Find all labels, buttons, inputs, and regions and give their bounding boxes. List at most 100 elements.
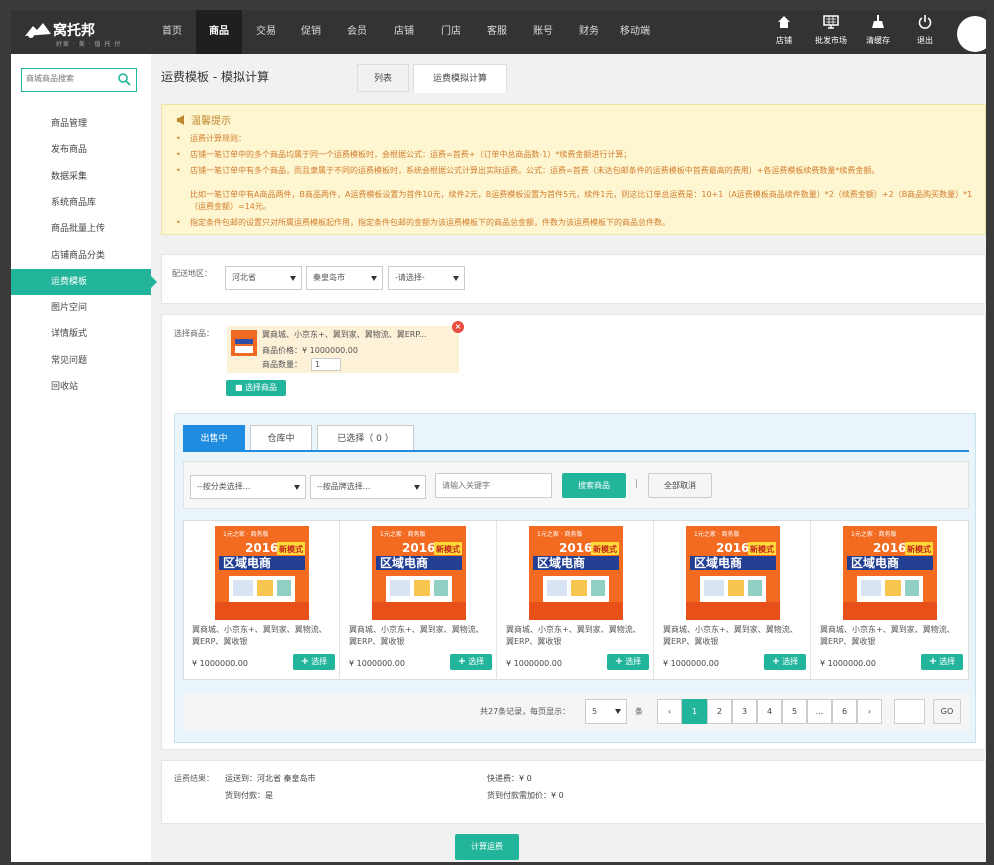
select-product-button[interactable]: + 选择 [450, 654, 492, 670]
sidebar-search [21, 68, 137, 92]
page-size-select[interactable]: 5 [585, 699, 627, 724]
page-button[interactable]: 6 [832, 699, 857, 724]
banner-top: 1元之家 · 商务版 [380, 530, 426, 538]
nav-item[interactable]: 店铺 [381, 10, 427, 54]
sidebar-search-input[interactable] [26, 74, 114, 83]
sidebar-item[interactable]: 常见问题 [11, 348, 151, 374]
tab-in-warehouse[interactable]: 仓库中 [250, 425, 312, 451]
quantity-input[interactable]: 1 [311, 358, 341, 371]
wholesale-shortcut[interactable]: 批发市场 [811, 15, 851, 46]
logout-shortcut[interactable]: 退出 [905, 15, 945, 46]
city-select[interactable]: 秦皇岛市 [306, 266, 383, 290]
nav-item[interactable]: 交易 [243, 10, 289, 54]
sidebar-item[interactable]: 运费模板 [11, 268, 157, 295]
province-select[interactable]: 河北省 [225, 266, 302, 290]
nav-item[interactable]: 会员 [334, 10, 380, 54]
app-window: 窝托邦 好家 · 美 · 值 托 付 首页 商品 交易 促销 会员 店铺 门店 客服 账号 财务移… [11, 10, 986, 862]
records-summary: 共27条记录，每页显示： [480, 707, 571, 716]
product-image: 1元之家 · 商务版 2016 新模式区域电商 [529, 526, 623, 620]
qty-label: 商品数量： [262, 360, 302, 369]
banner-title: 区域电商 [851, 555, 899, 570]
product-price: ¥ 1000000.00 [663, 659, 719, 668]
brand-select[interactable]: --按品牌选择... [310, 475, 426, 499]
keyword-input[interactable] [435, 473, 552, 498]
nav-item[interactable]: 财务 [566, 10, 612, 54]
page-button[interactable]: 4 [757, 699, 782, 724]
select-label: 选择 [939, 657, 956, 666]
tab-list[interactable]: 列表 [357, 64, 409, 92]
nav-item[interactable]: 账号 [520, 10, 566, 54]
calculate-shipping-button[interactable]: 计算运费 [455, 834, 519, 860]
avatar[interactable] [957, 16, 986, 52]
clear-cache-shortcut[interactable]: 清缓存 [858, 15, 898, 46]
district-value: -请选择- [395, 273, 425, 282]
page-button[interactable]: 5 [782, 699, 807, 724]
tab-selected[interactable]: 已选择（ 0 ） [317, 425, 414, 451]
nav-item[interactable]: 移动端 [612, 10, 658, 54]
sidebar-item[interactable]: 系统商品库 [11, 190, 151, 216]
district-select[interactable]: -请选择- [388, 266, 465, 290]
sidebar-item[interactable]: 详情版式 [11, 321, 151, 347]
page-size-unit: 条 [635, 707, 643, 716]
gift-icon: ■ [234, 383, 246, 392]
tab-shipping-simulation[interactable]: 运费模拟计算 [413, 64, 507, 93]
banner-top: 1元之家 · 商务版 [537, 530, 583, 538]
tab-on-sale[interactable]: 出售中 [183, 425, 245, 451]
page-button[interactable]: ... [807, 699, 832, 724]
house-icon [764, 15, 804, 35]
result-panel: 运费结果： 运送到：河北省 秦皇岛市 货到付款：是 快递费：¥ 0 货到付款需加… [161, 760, 986, 824]
nav-item[interactable]: 首页 [149, 10, 195, 54]
select-product-button[interactable]: + 选择 [764, 654, 806, 670]
select-product-button[interactable]: + 选择 [293, 654, 335, 670]
page-button[interactable]: 2 [707, 699, 732, 724]
nav-item[interactable]: 门店 [428, 10, 474, 54]
banner-title: 区域电商 [380, 555, 428, 570]
search-products-button[interactable]: 搜索商品 [562, 473, 626, 498]
search-icon[interactable] [117, 72, 131, 86]
notice-example: 比如一笔订单中有A商品两件，B商品两件，A运费模板设置为首件10元，续件2元，B… [190, 190, 973, 211]
product-image: 1元之家 · 商务版 2016 新模式区域电商 [215, 526, 309, 620]
province-value: 河北省 [232, 273, 256, 282]
sidebar-item[interactable]: 发布商品 [11, 137, 151, 163]
choose-product-button[interactable]: ■ 选择商品 [226, 380, 286, 396]
sidebar-item[interactable]: 店铺商品分类 [11, 243, 151, 269]
select-product-button[interactable]: + 选择 [921, 654, 963, 670]
plus-icon: + [457, 656, 467, 667]
go-button[interactable]: GO [933, 699, 961, 724]
shop-shortcut[interactable]: 店铺 [764, 15, 804, 46]
product-name: 翼商城、小京东+、翼到家、翼物流、翼ERP、翼收银 [192, 625, 327, 646]
product-name: 翼商城、小京东+、翼到家、翼物流、翼ERP、翼收银 [820, 625, 955, 646]
notice-line: • 店铺一笔订单中有多个商品，而且隶属于不同的运费模板时，系统会根据公式计算出实际… [176, 166, 880, 175]
product-card: 1元之家 · 商务版 2016 新模式 区域电商 翼商城、小京东+、翼到家、翼物流、翼E… [498, 521, 654, 681]
sidebar-item[interactable]: 商品批量上传 [11, 216, 151, 242]
sidebar-item[interactable]: 回收站 [11, 374, 151, 400]
brand-slogan: 好家 · 美 · 值 托 付 [56, 41, 122, 48]
select-label: 选择 [782, 657, 799, 666]
remove-product-icon[interactable]: × [452, 321, 464, 333]
nav-item[interactable]: 客服 [474, 10, 520, 54]
plus-icon: + [928, 656, 938, 667]
next-page-button[interactable]: › [857, 699, 882, 724]
notice-box: 温馨提示 • 运费计算规则： • 店铺一笔订单中的多个商品均属于同一个运费模板时，会… [161, 104, 986, 235]
product-panel: 选择商品： 翼商城、小京东+、翼到家、翼物流、翼ERP... 商品价格：¥ 10… [161, 314, 986, 750]
cancel-all-button[interactable]: 全部取消 [648, 473, 712, 498]
notice-line: • 指定条件包邮的设置只对所属运费模板起作用，指定条件包邮的金额为该运费模板下的商… [176, 218, 670, 227]
selected-product-qty: 商品数量： [262, 359, 302, 370]
select-label: 选择 [468, 657, 485, 666]
brand-logo[interactable]: 窝托邦 好家 · 美 · 值 托 付 [23, 18, 143, 48]
page-button[interactable]: 1 [682, 699, 707, 724]
page-jump-input[interactable] [894, 699, 925, 724]
tab-underline [183, 450, 969, 452]
category-select[interactable]: --按分类选择... [190, 475, 306, 499]
product-card: 1元之家 · 商务版 2016 新模式 区域电商 翼商城、小京东+、翼到家、翼物流、翼E… [655, 521, 811, 681]
wholesale-shortcut-label: 批发市场 [815, 36, 847, 45]
sidebar-item[interactable]: 图片空间 [11, 295, 151, 321]
product-card: 1元之家 · 商务版 2016 新模式 区域电商 翼商城、小京东+、翼到家、翼物流、翼E… [341, 521, 497, 681]
sidebar-item[interactable]: 数据采集 [11, 164, 151, 190]
select-product-button[interactable]: + 选择 [607, 654, 649, 670]
sidebar-item[interactable]: 商品管理 [11, 111, 151, 137]
nav-item[interactable]: 促销 [288, 10, 334, 54]
prev-page-button[interactable]: ‹ [657, 699, 682, 724]
page-button[interactable]: 3 [732, 699, 757, 724]
nav-item[interactable]: 商品 [196, 10, 242, 54]
